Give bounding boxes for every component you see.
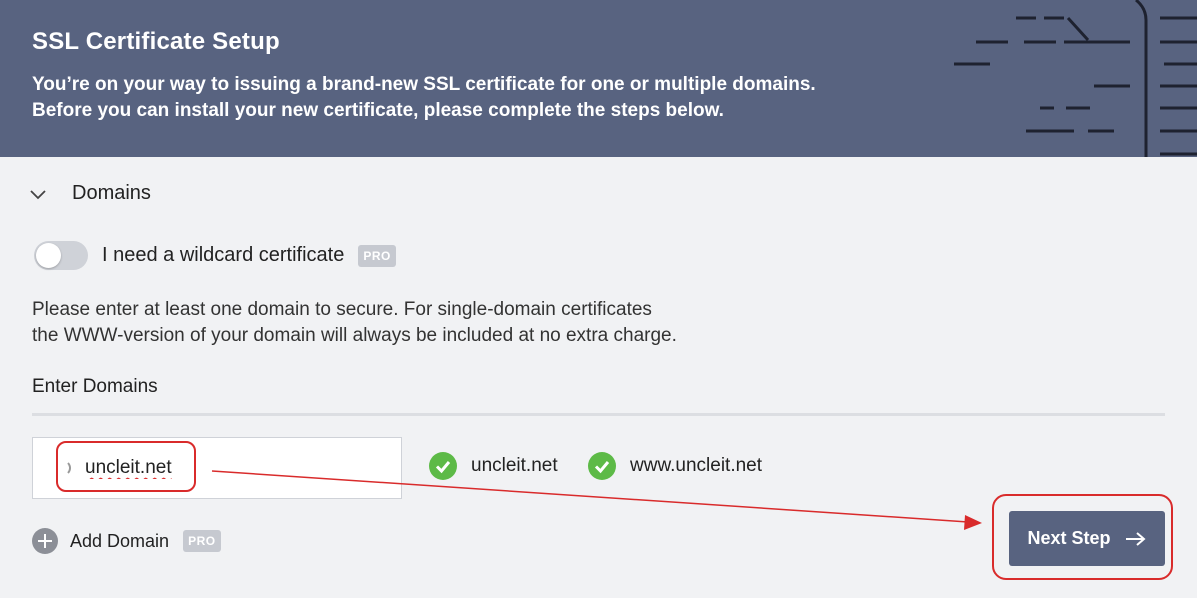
pro-badge: PRO: [358, 244, 396, 267]
pro-badge: PRO: [183, 530, 221, 552]
info-line-1: Please enter at least one domain to secu…: [32, 299, 652, 320]
domains-section-label: Domains: [72, 182, 151, 204]
arrow-right-icon: [1125, 531, 1146, 546]
next-step-label: Next Step: [1027, 528, 1111, 548]
enter-domains-label: Enter Domains: [32, 376, 158, 397]
wildcard-row: I need a wildcard certificate PRO: [34, 241, 396, 270]
loading-spinner-icon: [55, 460, 71, 476]
check-circle-icon: [429, 452, 457, 480]
plus-circle-icon: [32, 528, 58, 554]
check-circle-icon: [588, 452, 616, 480]
section-divider: [32, 413, 1165, 416]
description-line-1: You’re on your way to issuing a brand-ne…: [32, 74, 816, 95]
next-step-button[interactable]: Next Step: [1009, 511, 1165, 566]
page-title: SSL Certificate Setup: [32, 28, 280, 55]
toggle-knob: [36, 243, 61, 268]
wildcard-label: I need a wildcard certificate: [102, 244, 345, 266]
domains-section-toggle[interactable]: Domains: [28, 182, 151, 205]
validated-domain-item: uncleit.net: [429, 452, 558, 480]
page-description: You’re on your way to issuing a brand-ne…: [32, 72, 816, 124]
add-domain-button[interactable]: Add Domain PRO: [32, 528, 221, 554]
domain-input[interactable]: [85, 454, 385, 482]
header-decoration-graphic: [954, 0, 1197, 157]
description-line-2: Before you can install your new certific…: [32, 100, 724, 121]
chevron-down-icon: [30, 189, 46, 199]
page-header: SSL Certificate Setup You’re on your way…: [0, 0, 1197, 157]
validated-domain-label: uncleit.net: [471, 455, 558, 476]
add-domain-label: Add Domain: [70, 530, 170, 551]
domain-input-container: [32, 437, 402, 499]
wildcard-toggle[interactable]: [34, 241, 88, 270]
validated-domain-item: www.uncleit.net: [588, 452, 762, 480]
info-line-2: the WWW-version of your domain will alwa…: [32, 325, 677, 346]
validated-domain-label: www.uncleit.net: [630, 455, 763, 476]
domains-info-text: Please enter at least one domain to secu…: [32, 297, 677, 349]
